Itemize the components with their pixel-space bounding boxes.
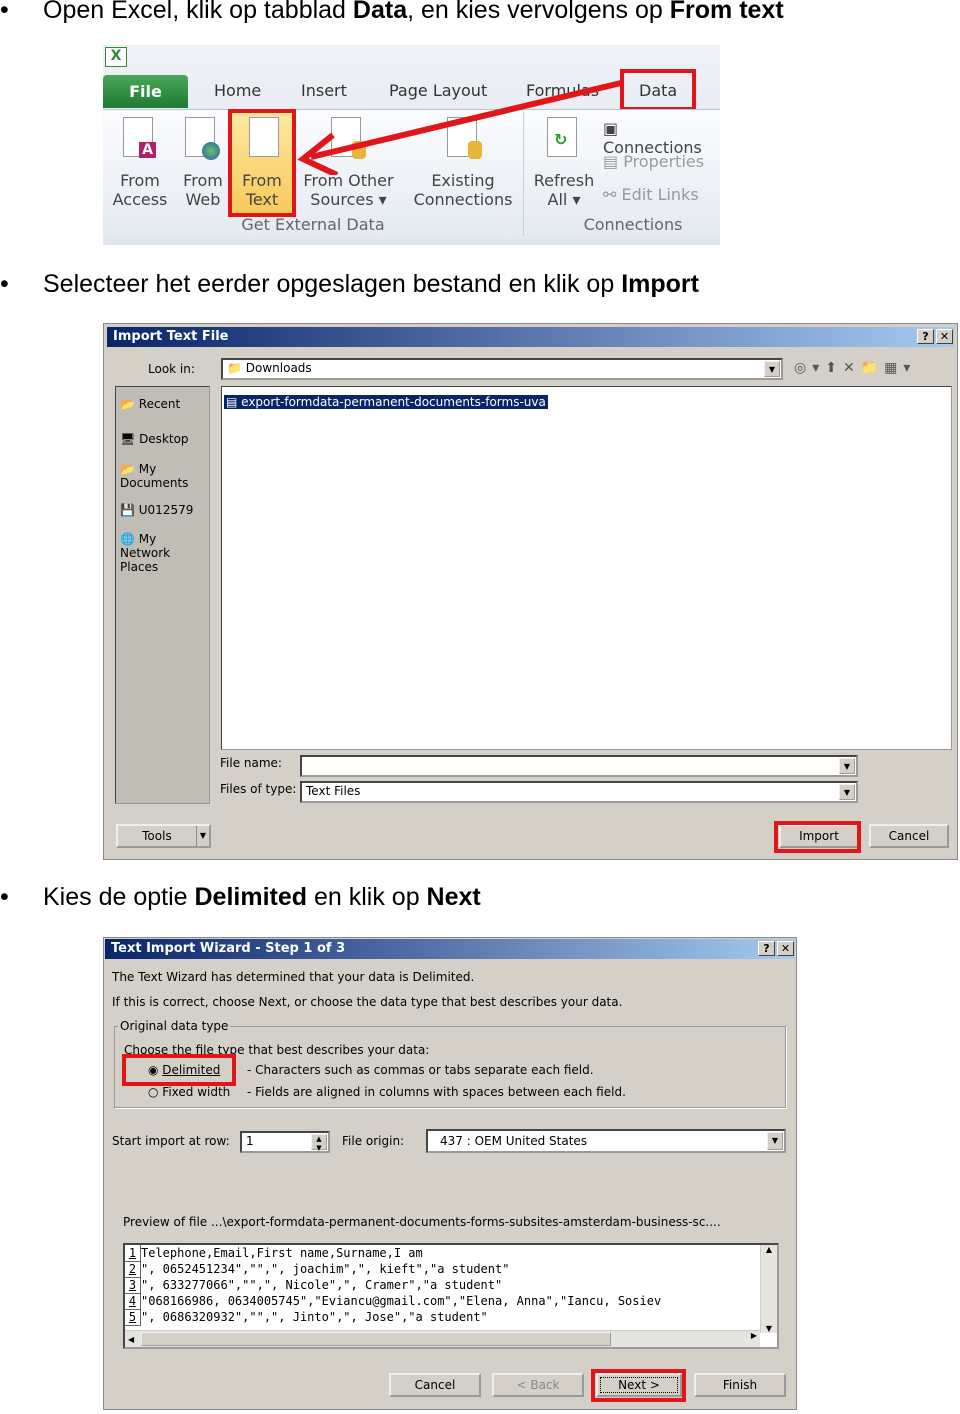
bullet: • xyxy=(0,0,9,24)
row-text: ", 0652451234","",", joachim",", kieft",… xyxy=(141,1262,510,1276)
preview-row: 2 ", 0652451234","",", joachim",", kieft"… xyxy=(125,1261,777,1278)
bullet: • xyxy=(0,270,9,298)
row-text: ", 633277066","",", Nicole",", Cramer","… xyxy=(141,1278,503,1292)
highlight-next xyxy=(591,1369,686,1402)
place-network[interactable]: 🌐 My Network Places xyxy=(120,532,210,574)
horizontal-scrollbar[interactable]: ◀ ▶ xyxy=(125,1330,760,1347)
look-in-label: Look in: xyxy=(148,362,195,376)
preview-row: 3 ", 633277066","",", Nicole",", Cramer",… xyxy=(125,1277,777,1294)
row-text: ", 0686320932","",", Jinto",", Jose","a … xyxy=(141,1310,488,1324)
import-text-file-dialog: Import Text File ? ✕ Look in: 📁 Downloads… xyxy=(103,323,958,860)
row-text: Telephone,Email,First name,Surname,I am xyxy=(141,1246,423,1260)
preview-row: 4 "068166986, 0634005745","Eviancu@gmail.… xyxy=(125,1293,777,1310)
from-access-button[interactable]: From Access xyxy=(111,171,169,209)
row-number: 4 xyxy=(125,1293,141,1310)
text-import-wizard: Text Import Wizard - Step 1 of 3 ? ✕ The … xyxy=(103,937,797,1410)
cancel-button[interactable]: Cancel xyxy=(389,1373,481,1397)
row-number: 5 xyxy=(125,1309,141,1326)
file-name-input[interactable]: ▼ xyxy=(300,755,858,777)
group-label: Original data type xyxy=(118,1019,231,1033)
dialog-title: Import Text File ? ✕ xyxy=(107,327,954,347)
preview-label: Preview of file ...\export-formdata-perm… xyxy=(123,1215,721,1229)
text: Selecteer het eerder opgeslagen bestand … xyxy=(43,270,622,298)
start-row-label: Start import at row: xyxy=(112,1134,230,1148)
group-get-external-data: Get External Data xyxy=(241,215,385,234)
place-my-documents[interactable]: 📂 My Documents xyxy=(120,462,205,490)
wizard-instruction: If this is correct, choose Next, or choo… xyxy=(112,995,623,1009)
radio-fixed-width[interactable]: ○ Fixed width xyxy=(148,1085,230,1099)
row-number: 1 xyxy=(125,1245,141,1262)
file-list: ▤ export-formdata-permanent-documents-fo… xyxy=(221,386,952,750)
row-number: 3 xyxy=(125,1277,141,1294)
row-number: 2 xyxy=(125,1261,141,1278)
file-origin-select[interactable]: 437 : OEM United States ▼ xyxy=(426,1129,786,1153)
file-origin-label: File origin: xyxy=(342,1134,405,1148)
group-divider xyxy=(523,111,524,236)
text: Kies de optie xyxy=(43,883,195,911)
from-other-sources-button[interactable]: From Other Sources ▾ xyxy=(301,171,396,209)
wizard-title: Text Import Wizard - Step 1 of 3 ? ✕ xyxy=(105,939,795,959)
file-name-label: File name: xyxy=(220,756,282,770)
help-button[interactable]: ? xyxy=(917,329,934,344)
bold-text: Import xyxy=(621,270,699,298)
web-file-icon xyxy=(185,117,220,160)
file-type-label: Files of type: xyxy=(220,782,297,796)
bold-text: Delimited xyxy=(194,883,308,911)
text: , en kies vervolgens op xyxy=(407,0,670,24)
access-file-icon: A xyxy=(123,117,156,158)
close-button[interactable]: ✕ xyxy=(936,329,953,344)
excel-ribbon: X File Home Insert Page Layout Formulas … xyxy=(103,45,720,245)
start-row-stepper[interactable]: 1 ▲ ▼ xyxy=(240,1131,330,1153)
properties-button[interactable]: ▤ Properties xyxy=(603,152,704,171)
places-bar: 📂 Recent 🖥 Desktop 📂 My Documents 💾 U012… xyxy=(115,386,210,804)
help-button[interactable]: ? xyxy=(758,941,775,956)
close-button[interactable]: ✕ xyxy=(777,941,794,956)
row-text: "068166986, 0634005745","Eviancu@gmail.c… xyxy=(141,1294,662,1308)
delimited-description: - Characters such as commas or tabs sepa… xyxy=(247,1063,594,1077)
refresh-all-button[interactable]: Refresh All ▾ xyxy=(531,171,597,209)
back-button[interactable]: < Back xyxy=(492,1373,584,1397)
fixed-width-description: - Fields are aligned in columns with spa… xyxy=(247,1085,626,1099)
chevron-down-icon: ▼ xyxy=(764,361,780,377)
file-item[interactable]: ▤ export-formdata-permanent-documents-fo… xyxy=(224,395,548,409)
tab-file[interactable]: File xyxy=(103,75,188,108)
bold-text: Next xyxy=(426,883,481,911)
excel-logo-icon: X xyxy=(105,47,127,67)
existing-connections-button[interactable]: Existing Connections xyxy=(409,171,517,209)
highlight-import xyxy=(774,821,861,853)
bold-text: Data xyxy=(352,0,408,24)
look-in-select[interactable]: 📁 Downloads ▼ xyxy=(221,358,783,380)
highlight-from-text xyxy=(228,109,296,217)
text: Open Excel, klik op tabblad xyxy=(43,0,353,24)
group-connections: Connections xyxy=(583,215,683,234)
preview-box: 1 Telephone,Email,First name,Surname,I am… xyxy=(123,1243,779,1349)
highlight-delimited xyxy=(122,1054,236,1086)
from-web-button[interactable]: From Web xyxy=(179,171,227,209)
wizard-intro: The Text Wizard has determined that your… xyxy=(112,970,475,984)
place-computer[interactable]: 💾 U012579 xyxy=(120,503,193,517)
bold-text: From text xyxy=(669,0,784,24)
finish-button[interactable]: Finish xyxy=(694,1373,786,1397)
bullet: • xyxy=(0,883,9,911)
text: en klik op xyxy=(307,883,427,911)
preview-row: 1 Telephone,Email,First name,Surname,I am xyxy=(125,1245,777,1262)
preview-row: 5 ", 0686320932","",", Jinto",", Jose","a… xyxy=(125,1309,777,1326)
place-recent[interactable]: 📂 Recent xyxy=(120,397,180,411)
edit-links-button[interactable]: ⚯ Edit Links xyxy=(603,185,699,204)
place-desktop[interactable]: 🖥 Desktop xyxy=(120,432,189,446)
tab-home[interactable]: Home xyxy=(214,81,261,100)
tools-button[interactable]: Tools ▼ xyxy=(116,824,211,848)
vertical-scrollbar[interactable]: ▲ ▼ xyxy=(760,1245,777,1333)
cancel-button[interactable]: Cancel xyxy=(869,824,949,848)
red-arrow-icon xyxy=(297,80,622,175)
toolbar-icons[interactable]: ◎▾⬆✕📁▦▾ xyxy=(794,360,916,376)
file-type-select[interactable]: Text Files ▼ xyxy=(300,781,858,803)
